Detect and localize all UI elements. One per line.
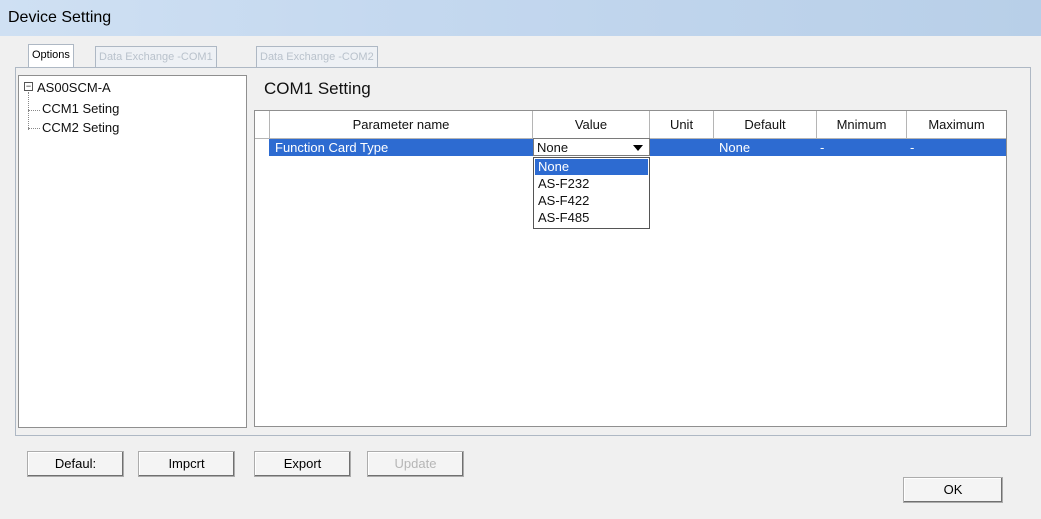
export-button[interactable]: Export bbox=[254, 451, 351, 477]
dropdown-option-as-f485[interactable]: AS-F485 bbox=[535, 210, 648, 226]
ok-button[interactable]: OK bbox=[903, 477, 1003, 503]
column-header-maximum[interactable]: Maximum bbox=[907, 111, 1006, 138]
column-header-unit[interactable]: Unit bbox=[650, 111, 714, 138]
tree-connector bbox=[28, 92, 29, 130]
value-dropdown-list[interactable]: None AS-F232 AS-F422 AS-F485 bbox=[533, 157, 650, 229]
panel-title: COM1 Setting bbox=[264, 79, 371, 98]
column-header-parameter[interactable]: Parameter name bbox=[270, 111, 533, 138]
tree-connector bbox=[28, 128, 40, 129]
window-title: Device Setting bbox=[8, 9, 112, 26]
cell-default: None bbox=[719, 140, 751, 155]
update-button: Update bbox=[367, 451, 464, 477]
dropdown-option-as-f232[interactable]: AS-F232 bbox=[535, 176, 648, 192]
collapse-icon[interactable]: − bbox=[24, 82, 33, 91]
tree-connector bbox=[28, 110, 40, 111]
cell-maximum: - bbox=[910, 140, 915, 155]
column-header-minimum[interactable]: Mnimum bbox=[817, 111, 907, 138]
dropdown-option-as-f422[interactable]: AS-F422 bbox=[535, 193, 648, 209]
import-button[interactable]: Impcrt bbox=[138, 451, 235, 477]
cell-unit bbox=[650, 139, 714, 156]
device-tree[interactable]: − AS00SCM-A CCM1 Seting CCM2 Seting bbox=[18, 75, 247, 428]
tree-item-ccm2[interactable]: CCM2 Seting bbox=[42, 120, 119, 135]
value-combobox[interactable]: None bbox=[533, 138, 650, 156]
tree-root-node[interactable]: AS00SCM-A bbox=[37, 80, 111, 95]
grid-corner-cell bbox=[255, 111, 270, 138]
dropdown-option-none[interactable]: None bbox=[535, 159, 648, 175]
tab-data-exchange-com1[interactable]: Data Exchange -COM1 bbox=[95, 46, 217, 67]
default-button[interactable]: Defaul: bbox=[27, 451, 124, 477]
column-header-default[interactable]: Default bbox=[714, 111, 817, 138]
column-header-value[interactable]: Value bbox=[533, 111, 650, 138]
title-bar[interactable]: Device Setting bbox=[0, 0, 1041, 36]
combobox-value: None bbox=[537, 140, 569, 155]
grid-header: Parameter name Value Unit Default Mnimum… bbox=[255, 111, 1006, 139]
cell-minimum: - bbox=[820, 140, 825, 155]
dropdown-arrow-icon[interactable] bbox=[633, 145, 643, 151]
cell-parameter-name: Function Card Type bbox=[275, 140, 389, 155]
tree-item-ccm1[interactable]: CCM1 Seting bbox=[42, 101, 119, 116]
tab-data-exchange-com2[interactable]: Data Exchange -COM2 bbox=[256, 46, 378, 67]
tab-options[interactable]: Options bbox=[28, 44, 74, 67]
